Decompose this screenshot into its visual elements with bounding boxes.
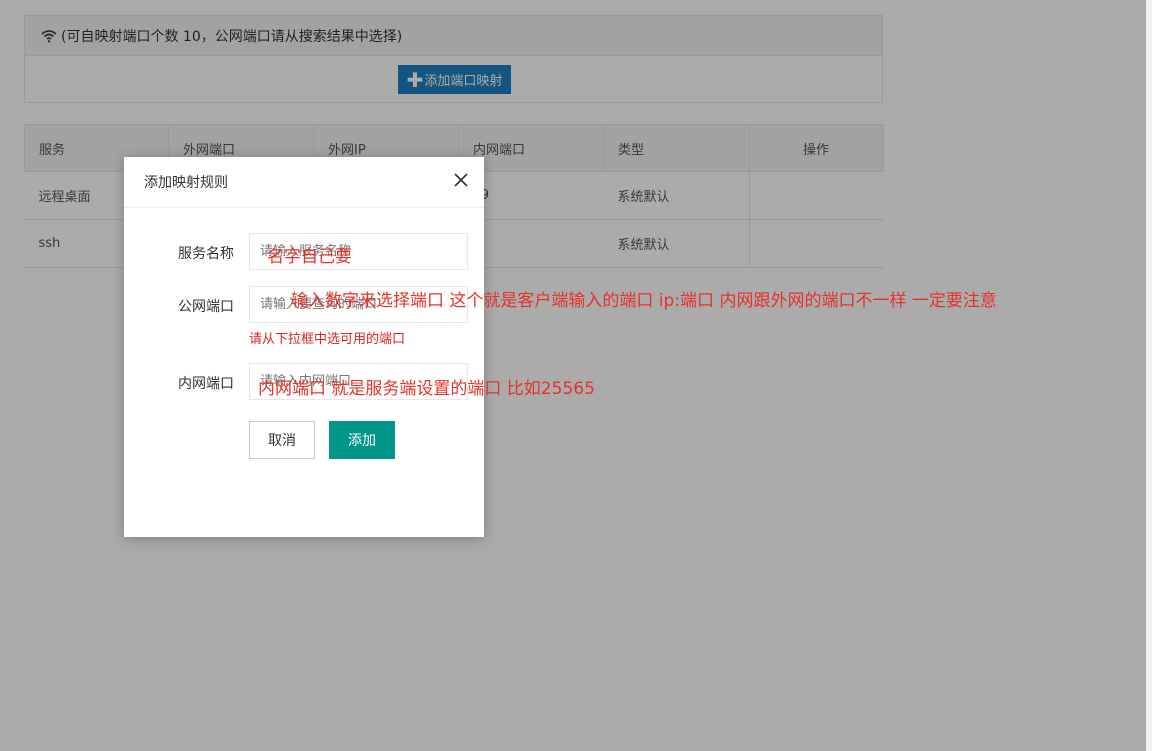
- add-button[interactable]: 添加: [329, 421, 395, 459]
- cancel-button[interactable]: 取消: [249, 421, 315, 459]
- public-port-label: 公网端口: [178, 299, 234, 315]
- annotation-public-port: 输入数字来选择端口 这个就是客户端输入的端口 ip:端口 内网跟外网的端口不一样…: [291, 291, 997, 311]
- scrollbar[interactable]: [1146, 0, 1152, 751]
- add-mapping-dialog: 添加映射规则 服务名称 公网端口 请从下拉框中选可用的端口 内网端口 取消 添加: [124, 157, 484, 537]
- internal-port-label: 内网端口: [178, 376, 234, 392]
- annotation-service-name: 名字自己要: [267, 247, 352, 267]
- public-port-hint: 请从下拉框中选可用的端口: [249, 332, 406, 347]
- close-icon[interactable]: [454, 173, 468, 187]
- dialog-title: 添加映射规则: [144, 175, 228, 191]
- service-name-label: 服务名称: [178, 246, 234, 262]
- dialog-header: 添加映射规则: [124, 157, 484, 208]
- annotation-internal-port: 内网端口 就是服务端设置的端口 比如25565: [258, 379, 595, 399]
